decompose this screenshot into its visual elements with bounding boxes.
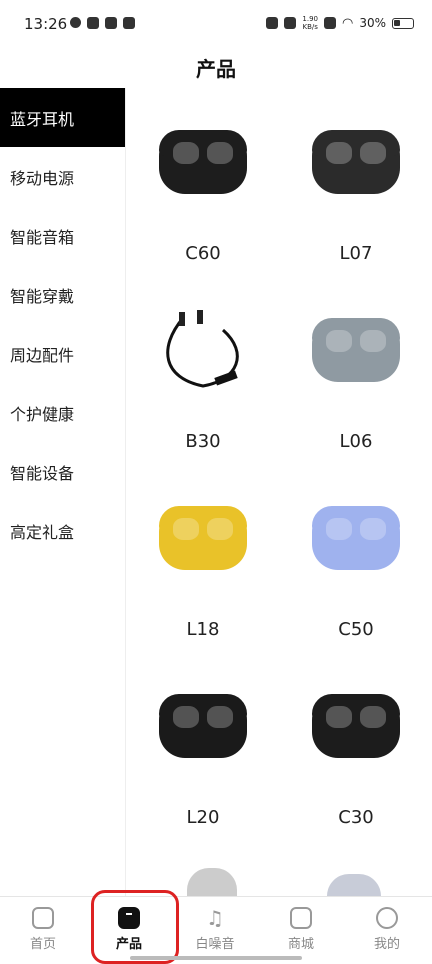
status-right: 1.90 KB/s ◠ 30% — [266, 15, 414, 31]
product-card[interactable]: L18 — [127, 464, 279, 652]
product-image-partial — [327, 874, 381, 896]
sidebar-item-accessories[interactable]: 周边配件 — [0, 324, 125, 383]
sidebar-item-label: 蓝牙耳机 — [10, 109, 75, 129]
app-notification-icon — [87, 17, 99, 29]
store-icon — [290, 907, 312, 929]
neckband-earphone-illustration — [166, 310, 239, 388]
product-card[interactable]: L20 — [127, 652, 279, 840]
product-image — [153, 308, 253, 392]
sidebar-item-label: 个护健康 — [10, 404, 75, 424]
product-name: L07 — [339, 243, 373, 264]
product-card[interactable]: B30 — [127, 276, 279, 464]
highlight-ring — [91, 890, 179, 964]
product-name: C50 — [338, 619, 374, 640]
nav-white-noise[interactable]: ♫ 白噪音 — [172, 907, 258, 952]
wifi-icon: ◠ — [341, 15, 354, 31]
music-note-icon: ♫ — [206, 906, 224, 930]
nav-store[interactable]: 商城 — [258, 907, 344, 952]
sidebar-item-gift-box[interactable]: 高定礼盒 — [0, 501, 125, 560]
nav-label: 商城 — [287, 937, 314, 952]
sidebar-item-wearables[interactable]: 智能穿戴 — [0, 265, 125, 324]
product-image — [306, 308, 406, 392]
no-sim-icon — [323, 17, 336, 29]
product-name: C30 — [338, 807, 374, 828]
sidebar-item-personal-care[interactable]: 个护健康 — [0, 383, 125, 442]
product-name: B30 — [185, 431, 221, 452]
app-notification-icon — [105, 17, 117, 29]
page-title: 产品 — [196, 57, 236, 81]
net-speed-unit: KB/s — [302, 23, 318, 31]
status-time: 13:26 — [24, 15, 68, 33]
nav-label: 白噪音 — [195, 937, 235, 952]
notification-icons — [70, 17, 135, 29]
app-notification-icon — [123, 17, 135, 29]
battery-icon — [392, 17, 414, 29]
product-image — [306, 496, 406, 580]
sidebar-item-label: 移动电源 — [10, 168, 75, 188]
product-card[interactable]: C50 — [280, 464, 432, 652]
bottom-nav: 首页 产品 ♫ 白噪音 商城 我的 — [0, 896, 432, 964]
sidebar-item-bluetooth-earphones[interactable]: 蓝牙耳机 — [0, 88, 125, 147]
sidebar-item-power-bank[interactable]: 移动电源 — [0, 147, 125, 206]
sidebar-item-label: 周边配件 — [10, 345, 75, 365]
nav-label: 首页 — [29, 937, 56, 952]
product-card[interactable]: L06 — [280, 276, 432, 464]
sidebar-item-label: 智能音箱 — [10, 227, 75, 247]
sidebar-item-label: 高定礼盒 — [10, 522, 75, 542]
home-indicator — [130, 956, 302, 960]
sidebar-item-smart-devices[interactable]: 智能设备 — [0, 442, 125, 501]
category-sidebar: 蓝牙耳机 移动电源 智能音箱 智能穿戴 周边配件 个护健康 智能设备 高定礼盒 — [0, 88, 126, 896]
product-image — [153, 496, 253, 580]
nav-profile[interactable]: 我的 — [344, 907, 430, 952]
product-image — [153, 120, 253, 204]
vibrate-icon — [284, 17, 297, 29]
sidebar-item-label: 智能穿戴 — [10, 286, 75, 306]
product-image — [306, 120, 406, 204]
nav-label: 我的 — [373, 937, 400, 952]
sidebar-item-label: 智能设备 — [10, 463, 75, 483]
product-name: L18 — [186, 619, 220, 640]
status-bar: 13:26 1.90 KB/s ◠ 30% — [0, 0, 432, 50]
product-card[interactable]: C60 — [127, 88, 279, 276]
product-card[interactable]: C30 — [280, 652, 432, 840]
profile-smile-icon — [376, 907, 398, 929]
app-notification-icon — [70, 17, 81, 28]
camera-icon — [266, 17, 279, 29]
nav-home[interactable]: 首页 — [0, 907, 86, 952]
product-name: C60 — [185, 243, 221, 264]
product-image — [153, 684, 253, 768]
product-name: L06 — [339, 431, 373, 452]
sidebar-item-smart-speaker[interactable]: 智能音箱 — [0, 206, 125, 265]
product-card[interactable]: L07 — [280, 88, 432, 276]
product-name: L20 — [186, 807, 220, 828]
net-speed-value: 1.90 — [302, 15, 318, 23]
battery-percent: 30% — [359, 16, 386, 30]
product-image-partial — [187, 868, 237, 896]
net-speed: 1.90 KB/s — [302, 15, 318, 31]
home-icon — [32, 907, 54, 929]
product-image — [306, 684, 406, 768]
